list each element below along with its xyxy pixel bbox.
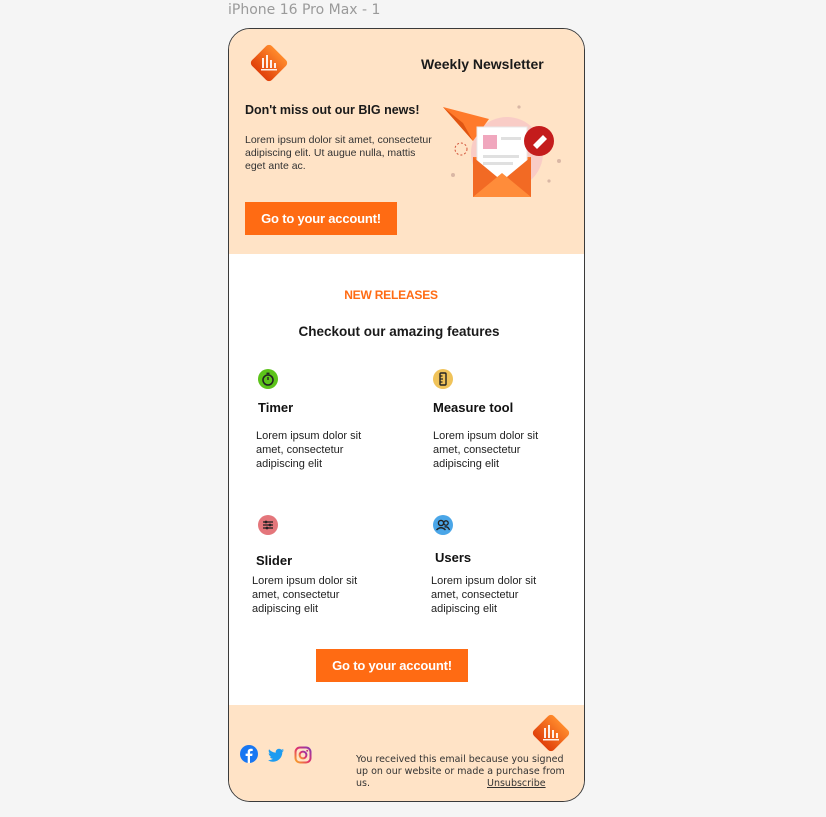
features-title: Checkout our amazing features	[298, 324, 500, 339]
newsletter-frame: Weekly Newsletter Don't miss out our BIG…	[228, 28, 585, 802]
brand-logo-icon	[250, 44, 288, 82]
feature-name-timer: Timer	[258, 400, 294, 415]
feature-desc-users: Lorem ipsum dolor sit amet, consectetur …	[431, 575, 537, 615]
feature-desc-measure-tool: Lorem ipsum dolor sit amet, consectetur …	[433, 430, 539, 470]
facebook-icon[interactable]	[240, 745, 258, 763]
hero-section: Weekly Newsletter Don't miss out our BIG…	[229, 29, 584, 254]
ruler-icon	[433, 369, 453, 389]
hero-account-button[interactable]: Go to your account!	[245, 202, 397, 235]
users-icon	[433, 515, 453, 535]
sliders-icon	[258, 515, 278, 535]
footer-section: You received this email because you sign…	[229, 705, 584, 801]
instagram-icon[interactable]	[294, 746, 312, 764]
twitter-icon[interactable]	[267, 746, 285, 764]
hero-body-text: Lorem ipsum dolor sit amet, consectetur …	[245, 134, 432, 172]
frame-label: iPhone 16 Pro Max - 1	[228, 2, 381, 18]
unsubscribe-link[interactable]: Unsubscribe	[487, 778, 546, 789]
footer-logo-icon	[532, 714, 570, 752]
releases-account-button[interactable]: Go to your account!	[316, 649, 468, 682]
hero-heading: Don't miss out our BIG news!	[245, 103, 420, 117]
feature-name-measure-tool: Measure tool	[433, 400, 514, 415]
feature-desc-slider: Lorem ipsum dolor sit amet, consectetur …	[252, 575, 358, 615]
new-releases-eyebrow: NEW RELEASES	[344, 288, 438, 302]
feature-name-slider: Slider	[256, 553, 293, 568]
newsletter-title: Weekly Newsletter	[421, 56, 544, 72]
envelope-illustration	[443, 105, 561, 197]
feature-desc-timer: Lorem ipsum dolor sit amet, consectetur …	[256, 430, 362, 470]
timer-icon	[258, 369, 278, 389]
feature-name-users: Users	[435, 550, 472, 565]
